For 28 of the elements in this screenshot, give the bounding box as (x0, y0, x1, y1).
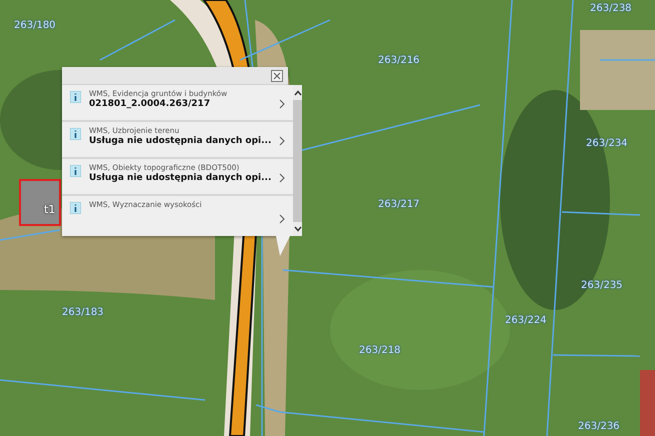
chevron-right-icon[interactable] (279, 136, 286, 146)
parcel-label: 263/224 (505, 315, 547, 326)
chevron-right-icon[interactable] (279, 99, 286, 109)
feature-value: Usługa nie udostępnia danych opi... (89, 173, 272, 184)
scrollbar[interactable] (293, 85, 302, 236)
parcel-label: 263/234 (586, 138, 628, 149)
feature-value: 021801_2.0004.263/217 (89, 99, 212, 110)
chevron-right-icon[interactable] (279, 173, 286, 183)
building-label: t1 (44, 203, 56, 216)
close-icon[interactable] (271, 70, 283, 82)
parcel-label: 263/183 (62, 307, 104, 318)
feature-value: Usługa nie udostępnia danych opi... (89, 136, 272, 147)
scroll-down-icon[interactable] (294, 226, 302, 232)
info-icon (70, 202, 81, 214)
parcel-label: 263/217 (378, 199, 420, 210)
scroll-up-icon[interactable] (294, 90, 302, 96)
parcel-label: 263/236 (578, 421, 620, 432)
popup-pointer (276, 236, 290, 256)
info-icon (70, 91, 81, 103)
info-icon (70, 128, 81, 140)
chevron-right-icon[interactable] (279, 214, 286, 224)
parcel-label: 263/216 (378, 55, 420, 66)
scroll-thumb[interactable] (293, 100, 302, 222)
parcel-label: 263/180 (14, 20, 56, 31)
parcel-label: 263/238 (590, 3, 632, 14)
info-icon (70, 165, 81, 177)
parcel-label: 263/235 (581, 280, 623, 291)
parcel-label: 263/218 (359, 345, 401, 356)
